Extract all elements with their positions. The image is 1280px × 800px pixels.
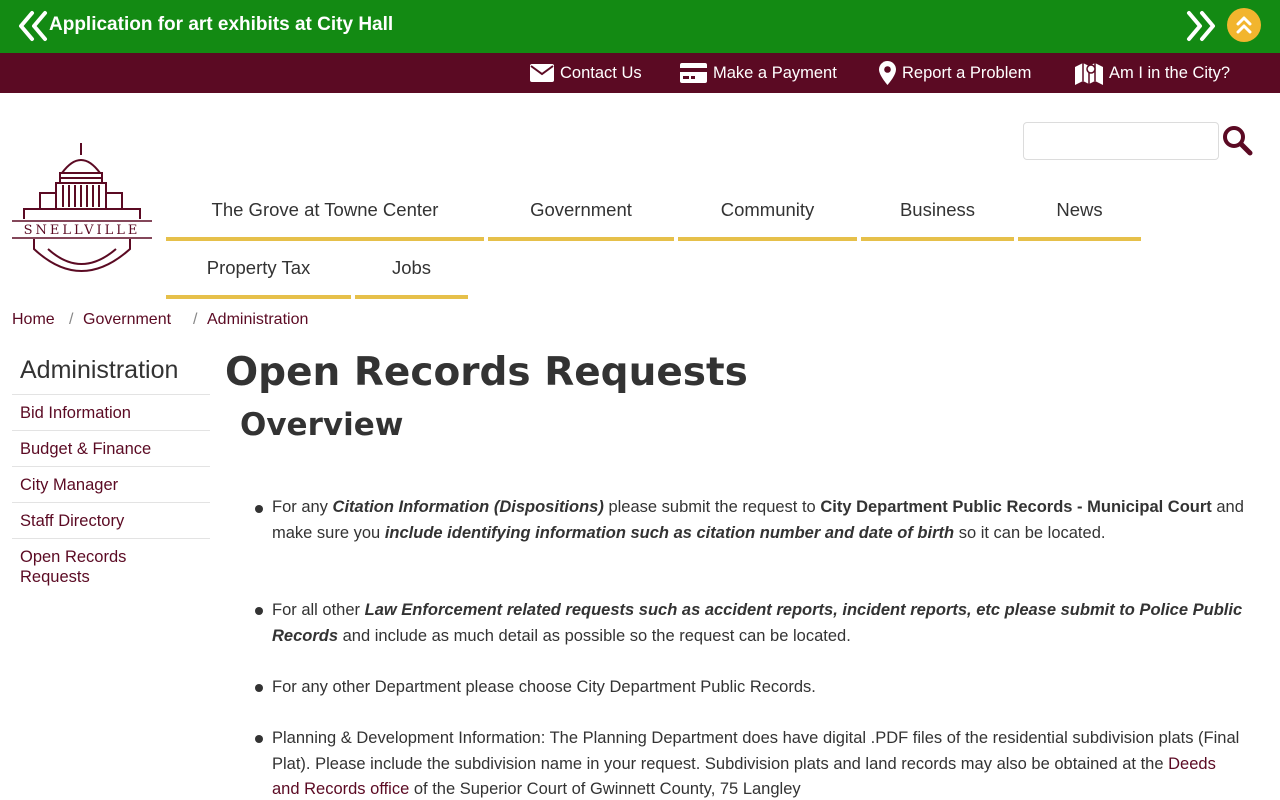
sidebar-item-city-manager[interactable]: City Manager (20, 475, 118, 495)
text-segment: include identifying information such as … (384, 523, 955, 542)
nav-item-government[interactable]: Government (488, 183, 674, 241)
report-problem-label: Report a Problem (902, 63, 1032, 82)
bullet-icon (255, 684, 263, 692)
sidebar-divider (12, 394, 210, 395)
sidebar-item-bid-information[interactable]: Bid Information (20, 403, 131, 423)
text-segment: Citation Information (Dispositions) (332, 498, 604, 516)
contact-us-label: Contact Us (560, 63, 642, 82)
nav-item-jobs[interactable]: Jobs (355, 241, 468, 299)
alert-link[interactable]: Application for art exhibits at City Hal… (49, 14, 393, 36)
double-chevron-up-icon (1236, 16, 1252, 34)
page-title: Open Records Requests (225, 350, 748, 395)
credit-card-icon (680, 63, 707, 83)
snellville-logo[interactable]: SNELLVILLE (12, 143, 152, 275)
alert-previous-icon[interactable] (18, 10, 48, 42)
bullet-icon (255, 735, 263, 743)
sidebar-divider (12, 502, 210, 503)
text-segment: City Department Public Records - Municip… (820, 498, 1212, 516)
report-problem-link[interactable]: Report a Problem (879, 53, 1031, 93)
breadcrumb-separator: / (69, 311, 74, 328)
sidebar-title: Administration (20, 356, 179, 384)
envelope-icon (530, 64, 554, 82)
alert-bar: Application for art exhibits at City Hal… (0, 0, 1280, 53)
nav-item-the-grove[interactable]: The Grove at Towne Center (166, 183, 484, 241)
paragraph-citation: For any Citation Information (Dispositio… (272, 495, 1247, 546)
breadcrumb-home[interactable]: Home (12, 311, 55, 329)
text-segment: so it can be located. (954, 523, 1106, 542)
bullet-icon (255, 607, 263, 615)
sidebar-item-staff-directory[interactable]: Staff Directory (20, 511, 124, 531)
contact-us-link[interactable]: Contact Us (530, 53, 642, 93)
make-payment-link[interactable]: Make a Payment (680, 53, 837, 93)
text-segment: For any (272, 498, 333, 516)
text-segment: and include as much detail as possible s… (338, 626, 851, 645)
text-segment: of the Superior Court of Gwinnett County… (409, 780, 801, 798)
am-i-in-city-link[interactable]: Am I in the City? (1075, 53, 1230, 93)
paragraph-law-enforcement: For all other Law Enforcement related re… (272, 598, 1247, 649)
page-subtitle: Overview (240, 407, 404, 443)
nav-item-news[interactable]: News (1018, 183, 1141, 241)
sidebar-divider (12, 538, 210, 539)
paragraph-other-department: For any other Department please choose C… (272, 675, 1247, 701)
text-segment: Planning & Development Information: The … (272, 729, 1240, 773)
breadcrumb-government[interactable]: Government (83, 311, 171, 329)
text-segment: please submit the request to (603, 498, 821, 516)
utility-bar: Contact Us Make a Payment Report a Probl… (0, 53, 1280, 93)
search-input[interactable] (1023, 122, 1219, 160)
alert-next-icon[interactable] (1186, 10, 1216, 42)
am-i-in-city-label: Am I in the City? (1109, 63, 1231, 82)
map-icon (1075, 63, 1103, 85)
paragraph-planning: Planning & Development Information: The … (272, 726, 1247, 800)
breadcrumb-administration[interactable]: Administration (207, 311, 308, 329)
bullet-icon (255, 505, 263, 513)
sidebar-divider (12, 430, 210, 431)
search-icon (1223, 126, 1253, 156)
text-segment: For all other (272, 601, 365, 619)
scroll-up-button[interactable] (1227, 8, 1261, 42)
breadcrumb-separator: / (193, 311, 198, 328)
search-button[interactable] (1221, 124, 1253, 156)
nav-item-business[interactable]: Business (861, 183, 1014, 241)
sidebar-item-open-records-requests[interactable]: Open Records Requests (20, 547, 170, 587)
logo-text: SNELLVILLE (24, 223, 141, 238)
nav-item-property-tax[interactable]: Property Tax (166, 241, 351, 299)
sidebar-item-budget-finance[interactable]: Budget & Finance (20, 439, 151, 459)
make-payment-label: Make a Payment (713, 63, 837, 82)
map-marker-icon (879, 61, 896, 85)
nav-item-community[interactable]: Community (678, 183, 857, 241)
text-segment: For any other Department please choose C… (272, 678, 816, 696)
sidebar-divider (12, 466, 210, 467)
